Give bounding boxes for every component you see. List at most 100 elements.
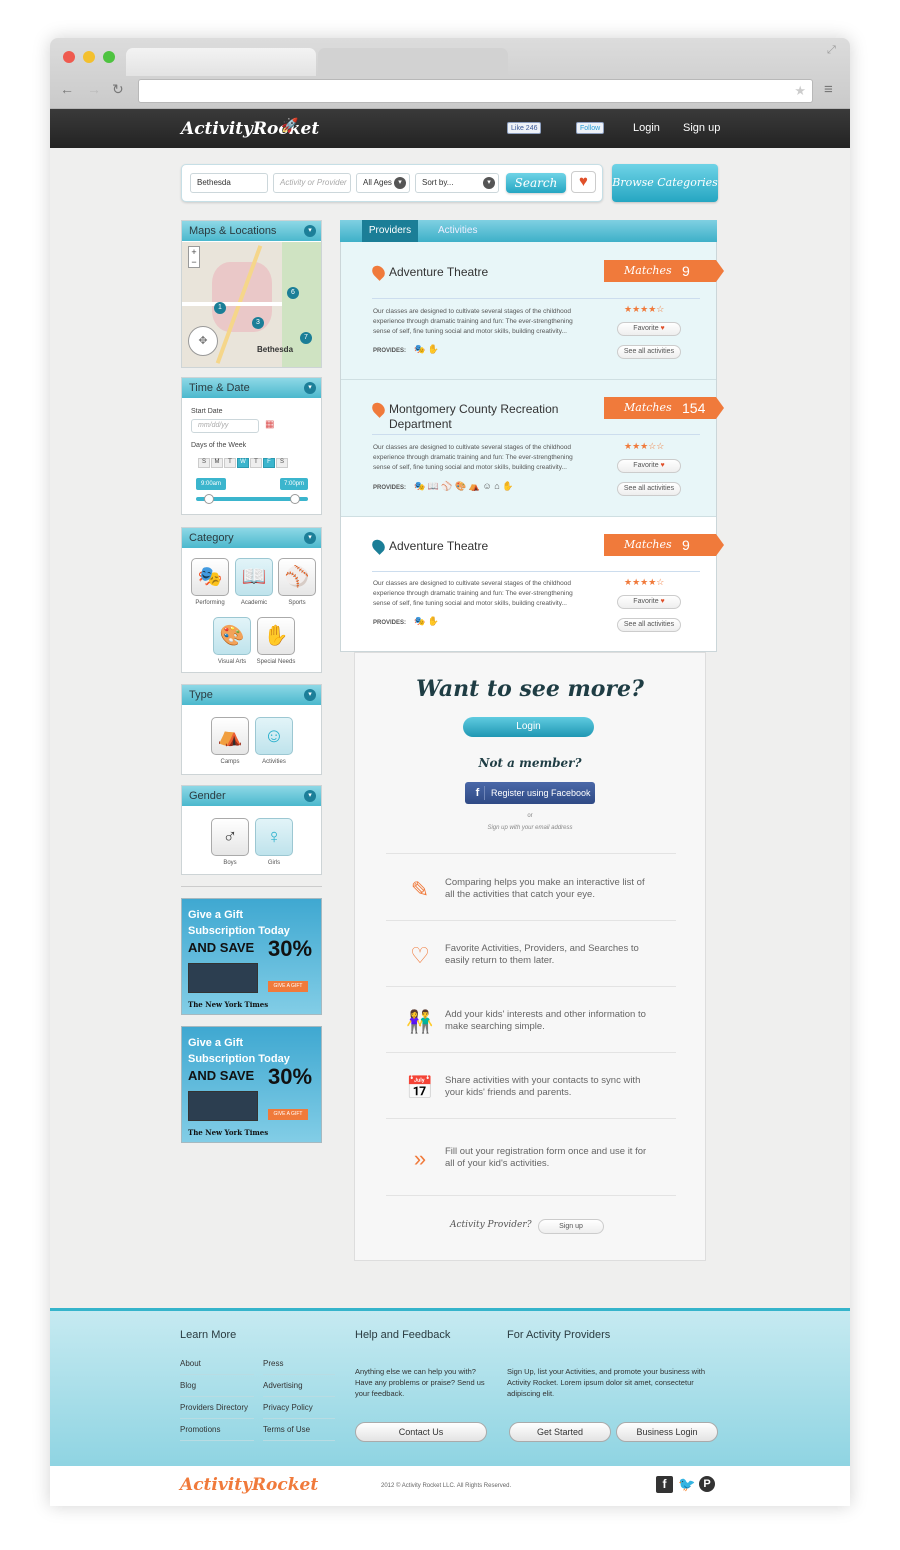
slider-handle-end[interactable] (290, 494, 300, 504)
day-toggle[interactable]: W (237, 458, 249, 468)
chevron-down-icon[interactable]: ▾ (304, 225, 316, 237)
footer-link[interactable]: Press (263, 1353, 335, 1375)
facebook-like-button[interactable]: Like 246 (507, 122, 542, 134)
get-started-button[interactable]: Get Started (509, 1422, 611, 1442)
business-login-button[interactable]: Business Login (616, 1422, 718, 1442)
footer-link[interactable]: Providers Directory (180, 1397, 254, 1419)
matches-badge[interactable]: Matches 9 (604, 534, 724, 556)
maximize-window-icon[interactable] (103, 51, 115, 63)
footer-learn-title: Learn More (180, 1329, 237, 1341)
map-view[interactable]: + − ✥ 1 3 6 7 Bethesda (182, 242, 321, 367)
advertisement[interactable]: Give a Gift Subscription Today AND SAVE … (181, 898, 322, 1015)
category-label-sports: Sports (288, 600, 306, 606)
type-header[interactable]: Type ▾ (182, 685, 321, 705)
day-toggle[interactable]: M (211, 458, 223, 468)
provider-name[interactable]: Adventure Theatre (389, 539, 609, 554)
activity-search-input[interactable]: Activity or Provider (273, 173, 351, 193)
performing-masks-icon[interactable]: 🎭 (191, 558, 229, 596)
boy-icon[interactable]: ♂ (211, 818, 249, 856)
facebook-icon[interactable]: f (656, 1476, 673, 1493)
matches-badge[interactable]: Matches 9 (604, 260, 724, 282)
browser-tab[interactable] (126, 48, 316, 76)
bookmark-star-icon[interactable]: ★ (794, 83, 806, 99)
reload-icon[interactable]: ↻ (112, 81, 124, 98)
map-pin-icon[interactable]: 6 (287, 287, 299, 299)
advertisement[interactable]: Give a Gift Subscription Today AND SAVE … (181, 1026, 322, 1143)
academic-book-icon[interactable]: 📖 (235, 558, 273, 596)
chevron-down-icon[interactable]: ▾ (304, 532, 316, 544)
favorites-heart-icon[interactable]: ♥ (571, 171, 596, 193)
footer-link[interactable]: Promotions (180, 1419, 254, 1441)
ad-cta-button[interactable]: GIVE A GIFT (268, 981, 308, 992)
matches-badge[interactable]: Matches 154 (604, 397, 724, 419)
footer-link[interactable]: Privacy Policy (263, 1397, 335, 1419)
see-all-activities-button[interactable]: See all activities (617, 618, 681, 632)
location-input[interactable]: Bethesda (190, 173, 268, 193)
login-button[interactable]: Login (463, 717, 594, 737)
gender-header[interactable]: Gender ▾ (182, 786, 321, 806)
visual-arts-palette-icon[interactable]: 🎨 (213, 617, 251, 655)
map-pin-icon[interactable]: 3 (252, 317, 264, 329)
search-button[interactable]: Search (506, 173, 566, 193)
provider-signup-button[interactable]: Sign up (538, 1219, 604, 1234)
menu-icon[interactable]: ≡ (824, 81, 833, 98)
day-toggle[interactable]: T (250, 458, 262, 468)
footer-link[interactable]: About (180, 1353, 254, 1375)
chevron-down-icon[interactable]: ▾ (304, 790, 316, 802)
signup-link[interactable]: Sign up (683, 122, 720, 134)
day-toggle[interactable]: F (263, 458, 275, 468)
map-pin-icon[interactable]: 1 (214, 302, 226, 314)
sports-ball-icon[interactable]: ⚾ (278, 558, 316, 596)
map-pin-icon[interactable]: 7 (300, 332, 312, 344)
tab-activities[interactable]: Activities (438, 220, 477, 242)
address-bar[interactable]: ★ (138, 79, 813, 103)
calendar-icon[interactable]: ▦ (265, 419, 274, 430)
category-header[interactable]: Category ▾ (182, 528, 321, 548)
footer-logo[interactable]: ActivityRocket (180, 1475, 318, 1495)
day-toggle[interactable]: S (198, 458, 210, 468)
back-icon[interactable]: ← (60, 81, 74, 97)
fullscreen-icon[interactable]: ⤢ (827, 44, 836, 57)
see-all-activities-button[interactable]: See all activities (617, 482, 681, 496)
email-signup-link[interactable]: Sign up with your email address (354, 825, 706, 831)
site-logo[interactable]: ActivityRocket (181, 119, 319, 139)
minimize-window-icon[interactable] (83, 51, 95, 63)
activities-smile-icon[interactable]: ☺ (255, 717, 293, 755)
contact-us-button[interactable]: Contact Us (355, 1422, 487, 1442)
pinterest-icon[interactable]: P (699, 1476, 715, 1492)
twitter-follow-button[interactable]: Follow (576, 122, 605, 134)
chevron-down-icon[interactable]: ▾ (304, 382, 316, 394)
ad-cta-button[interactable]: GIVE A GIFT (268, 1109, 308, 1120)
girl-icon[interactable]: ♀ (255, 818, 293, 856)
see-all-activities-button[interactable]: See all activities (617, 345, 681, 359)
map-zoom-control[interactable]: + − (188, 246, 200, 268)
tab-providers[interactable]: Providers (362, 220, 418, 242)
start-date-input[interactable]: mm/dd/yy (191, 419, 259, 433)
favorite-button[interactable]: Favorite ♥ (617, 595, 681, 609)
camps-icon[interactable]: ⛺ (211, 717, 249, 755)
age-select[interactable]: All Ages ▾ (356, 173, 410, 193)
chevron-down-icon[interactable]: ▾ (304, 689, 316, 701)
map-city-label: Bethesda (257, 345, 294, 354)
favorite-button[interactable]: Favorite ♥ (617, 459, 681, 473)
browser-tab[interactable] (318, 48, 508, 76)
footer-link[interactable]: Terms of Use (263, 1419, 335, 1441)
sort-select[interactable]: Sort by... ▾ (415, 173, 499, 193)
special-needs-hand-icon[interactable]: ✋ (257, 617, 295, 655)
slider-handle-start[interactable] (204, 494, 214, 504)
forward-icon[interactable]: → (87, 81, 101, 97)
day-toggle[interactable]: T (224, 458, 236, 468)
browse-categories-button[interactable]: Browse Categories (612, 164, 718, 202)
login-link[interactable]: Login (633, 122, 660, 134)
provider-name[interactable]: Adventure Theatre (389, 265, 609, 280)
day-toggle[interactable]: S (276, 458, 288, 468)
twitter-icon[interactable]: 🐦 (678, 1476, 695, 1493)
footer-link[interactable]: Blog (180, 1375, 254, 1397)
favorite-button[interactable]: Favorite ♥ (617, 322, 681, 336)
footer-link[interactable]: Advertising (263, 1375, 335, 1397)
map-pan-control[interactable]: ✥ (188, 326, 218, 356)
provider-name[interactable]: Montgomery County Recreation Department (389, 402, 599, 432)
close-window-icon[interactable] (63, 51, 75, 63)
time-date-header[interactable]: Time & Date ▾ (182, 378, 321, 398)
maps-panel-header[interactable]: Maps & Locations ▾ (182, 221, 321, 241)
